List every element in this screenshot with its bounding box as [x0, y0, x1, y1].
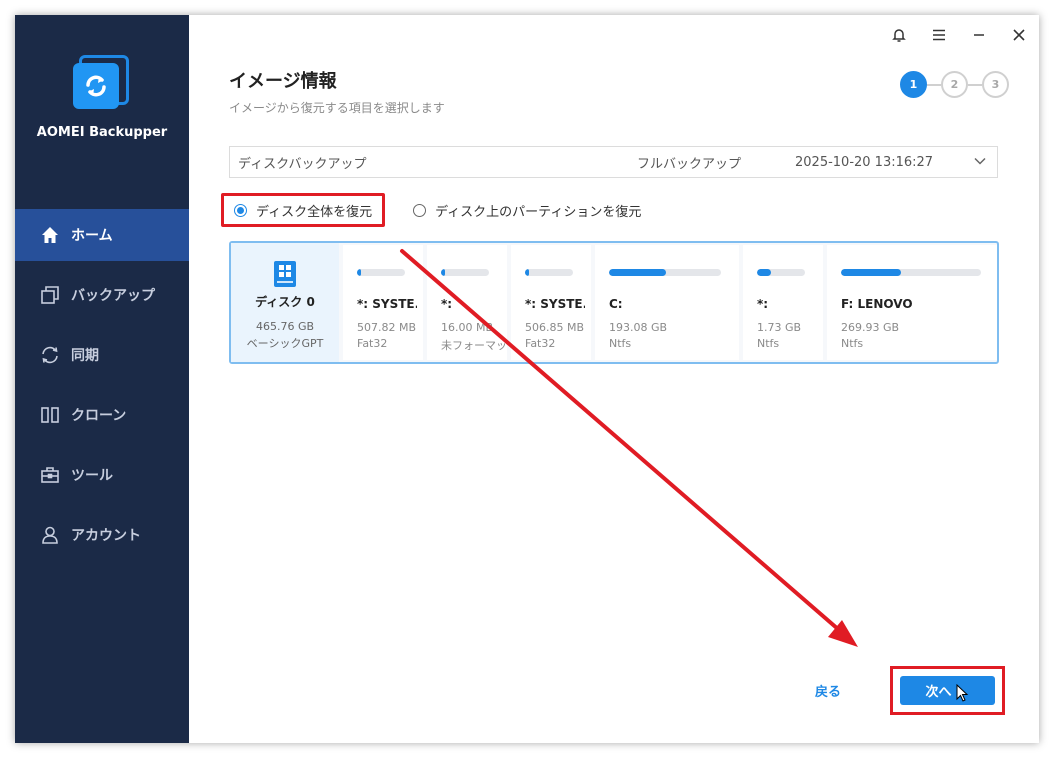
app-name: AOMEI Backupper: [36, 125, 168, 140]
partition-size: 507.82 MB: [357, 321, 417, 334]
sidebar-item-account[interactable]: アカウント: [15, 509, 189, 561]
partition-block[interactable]: *: 1.73 GB Ntfs: [743, 245, 823, 360]
disk-size: 465.76 GB: [255, 320, 315, 333]
partition-size: 269.93 GB: [841, 321, 900, 334]
restore-whole-disk-radio[interactable]: ディスク全体を復元: [221, 193, 386, 227]
notification-button[interactable]: [879, 15, 919, 55]
minimize-button[interactable]: [959, 15, 999, 55]
sidebar-item-clone[interactable]: クローン: [15, 389, 189, 441]
tools-icon: [39, 464, 61, 486]
sidebar-item-label: アカウント: [71, 528, 141, 544]
sidebar-item-home[interactable]: ホーム: [15, 209, 189, 261]
sidebar: AOMEI Backupper ホーム バックアップ 同期 クローン ツール ア…: [15, 15, 189, 743]
step-2: 2: [941, 71, 968, 98]
partition-block[interactable]: *: SYSTE... 507.82 MB Fat32: [343, 245, 423, 360]
title-bar-controls: [879, 15, 1039, 55]
account-icon: [39, 524, 61, 546]
usage-fill: [357, 269, 361, 276]
app-logo: [71, 53, 133, 115]
image-time: 2025-10-20 13:16:27: [795, 154, 934, 170]
page-title: イメージ情報: [229, 71, 337, 92]
mouse-cursor-icon: [956, 683, 968, 702]
page-subtitle: イメージから復元する項目を選択します: [229, 101, 445, 115]
usage-fill: [841, 269, 902, 276]
chevron-down-icon: [973, 154, 987, 172]
radio-unchecked-icon: [413, 203, 427, 217]
partition-block[interactable]: *: 16.00 MB 未フォーマット: [427, 245, 507, 360]
usage-bar: [441, 269, 489, 276]
disk-card[interactable]: ディスク 0 465.76 GB ベーシックGPT: [231, 243, 339, 362]
partition-fs: Fat32: [525, 337, 556, 350]
menu-icon: [933, 29, 945, 41]
sidebar-item-label: ツール: [71, 468, 113, 484]
restore-mode-options: ディスク全体を復元 ディスク上のパーティションを復元: [221, 192, 651, 228]
sidebar-item-label: 同期: [71, 348, 99, 364]
step-indicator: 1 2 3: [900, 71, 1009, 98]
partition-size: 16.00 MB: [441, 321, 494, 334]
partition-block[interactable]: F: LENOVO 269.93 GB Ntfs: [827, 245, 997, 360]
partition-name: C:: [609, 297, 623, 311]
usage-fill: [525, 269, 529, 276]
backup-icon: [39, 284, 61, 306]
partition-block[interactable]: C: 193.08 GB Ntfs: [595, 245, 739, 360]
sidebar-item-label: バックアップ: [71, 288, 155, 304]
usage-bar: [357, 269, 405, 276]
bell-icon: [892, 29, 906, 42]
usage-bar: [757, 269, 805, 276]
disk-drive-icon: [274, 261, 296, 287]
partition-name: *:: [757, 297, 769, 311]
step-3: 3: [982, 71, 1009, 98]
disk-name: ディスク 0: [255, 295, 315, 309]
backup-image-dropdown[interactable]: ディスクバックアップ フルバックアップ 2025-10-20 13:16:27: [229, 146, 998, 178]
radio-label: ディスク上のパーティションを復元: [435, 204, 642, 220]
back-button[interactable]: 戻る: [815, 681, 841, 700]
partition-fs: Ntfs: [757, 337, 780, 350]
image-name: ディスクバックアップ: [238, 156, 367, 172]
partition-size: 1.73 GB: [757, 321, 802, 334]
sidebar-nav: ホーム バックアップ 同期 クローン ツール アカウント: [15, 209, 189, 569]
usage-bar: [609, 269, 721, 276]
logo-sync-icon: [86, 75, 106, 97]
menu-button[interactable]: [919, 15, 959, 55]
partition-name: *: SYSTE...: [357, 297, 417, 311]
partition-size: 506.85 MB: [525, 321, 585, 334]
partition-fs: Ntfs: [609, 337, 632, 350]
sidebar-item-tools[interactable]: ツール: [15, 449, 189, 501]
sync-icon: [39, 344, 61, 366]
app-window: AOMEI Backupper ホーム バックアップ 同期 クローン ツール ア…: [15, 15, 1039, 743]
partition-fs: 未フォーマット: [441, 339, 505, 352]
close-button[interactable]: [999, 15, 1039, 55]
step-1: 1: [900, 71, 927, 98]
next-button-label: 次へ: [925, 685, 952, 700]
sidebar-item-backup[interactable]: バックアップ: [15, 269, 189, 321]
partition-size: 193.08 GB: [609, 321, 668, 334]
minimize-icon: [974, 34, 984, 36]
usage-bar: [841, 269, 981, 276]
image-type: フルバックアップ: [637, 156, 742, 172]
sidebar-item-sync[interactable]: 同期: [15, 329, 189, 381]
next-button[interactable]: 次へ: [900, 676, 995, 705]
clone-icon: [39, 404, 61, 426]
partition-name: F: LENOVO: [841, 297, 913, 311]
partition-block[interactable]: *: SYSTE... 506.85 MB Fat32: [511, 245, 591, 360]
sidebar-item-label: ホーム: [71, 228, 113, 244]
disk-kind: ベーシックGPT: [246, 337, 324, 350]
radio-label: ディスク全体を復元: [256, 204, 373, 220]
usage-bar: [525, 269, 573, 276]
home-icon: [39, 224, 61, 246]
disk-map[interactable]: ディスク 0 465.76 GB ベーシックGPT *: SYSTE... 50…: [229, 241, 999, 364]
radio-checked-icon: [234, 203, 247, 217]
sidebar-item-label: クローン: [71, 408, 127, 424]
partition-fs: Ntfs: [841, 337, 864, 350]
usage-fill: [757, 269, 772, 276]
usage-fill: [441, 269, 445, 276]
partition-name: *: SYSTE...: [525, 297, 585, 311]
partition-fs: Fat32: [357, 337, 388, 350]
restore-partitions-radio[interactable]: ディスク上のパーティションを復元: [403, 193, 651, 227]
next-button-highlight: 次へ: [890, 666, 1005, 715]
partition-name: *:: [441, 297, 453, 311]
close-icon: [1013, 29, 1025, 41]
usage-fill: [609, 269, 667, 276]
